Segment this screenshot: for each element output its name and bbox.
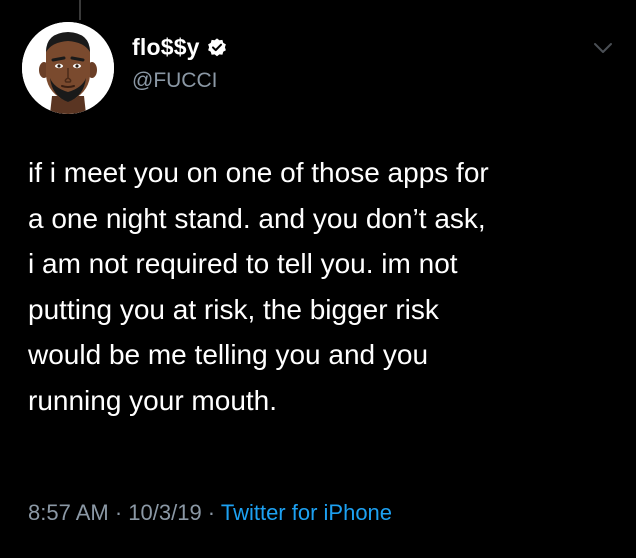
- avatar[interactable]: [22, 22, 114, 114]
- tweet-time[interactable]: 8:57 AM: [28, 500, 109, 525]
- tweet-source-link[interactable]: Twitter for iPhone: [221, 500, 392, 525]
- tweet-meta: 8:57 AM · 10/3/19 · Twitter for iPhone: [28, 500, 392, 526]
- meta-separator: ·: [108, 500, 129, 525]
- cartoon-man-avatar-icon: [22, 22, 114, 114]
- author-handle[interactable]: @FUCCI: [132, 69, 217, 93]
- verified-badge-icon: [207, 37, 226, 56]
- chevron-down-icon[interactable]: [592, 40, 614, 56]
- thread-line: [79, 0, 81, 20]
- display-name[interactable]: flo$$y: [132, 34, 200, 61]
- meta-separator: ·: [201, 500, 221, 525]
- author-name-row[interactable]: flo$$y: [132, 34, 228, 61]
- tweet-date[interactable]: 10/3/19: [128, 500, 201, 525]
- tweet-text: if i meet you on one of those apps for a…: [28, 157, 489, 416]
